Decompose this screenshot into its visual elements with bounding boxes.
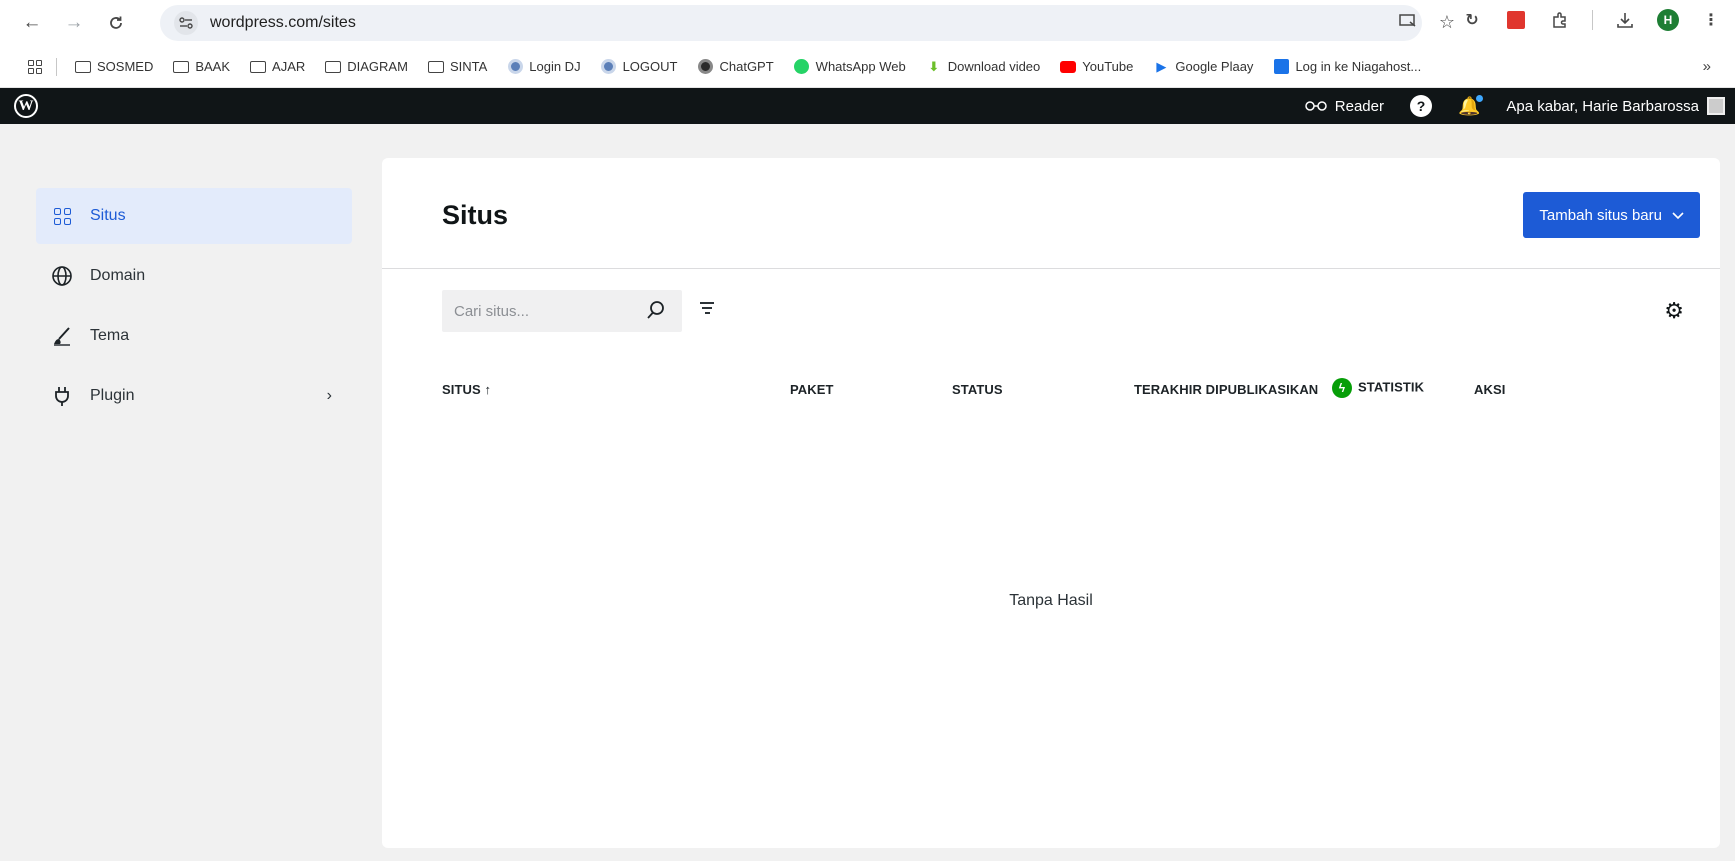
- empty-state-message: Tanpa Hasil: [1009, 592, 1093, 609]
- column-header-plan: PAKET: [790, 382, 834, 397]
- search-icon[interactable]: [646, 300, 666, 325]
- browser-toolbar: ← → wordpress.com/sites ☆ ↻ H ⋮: [0, 0, 1735, 46]
- downloads-icon[interactable]: [1613, 8, 1637, 32]
- niagahoster-icon: [1273, 59, 1289, 74]
- bookmark-diagram[interactable]: DIAGRAM: [325, 59, 408, 74]
- bookmark-download-video[interactable]: ⬇ Download video: [926, 58, 1040, 75]
- settings-gear-icon[interactable]: ⚙: [1664, 298, 1684, 324]
- account-menu[interactable]: Apa kabar, Harie Barbarossa: [1506, 97, 1725, 115]
- help-icon[interactable]: ?: [1409, 95, 1432, 117]
- sidebar-item-plugin[interactable]: Plugin ›: [36, 368, 352, 424]
- address-bar[interactable]: wordpress.com/sites: [160, 5, 1422, 41]
- filter-icon[interactable]: [700, 302, 714, 314]
- notifications-bell-icon[interactable]: 🔔: [1458, 94, 1484, 117]
- extensions-puzzle-icon[interactable]: [1548, 8, 1572, 32]
- folder-icon: [250, 60, 267, 74]
- bookmark-sinta[interactable]: SINTA: [427, 59, 487, 74]
- folder-icon: [173, 60, 190, 74]
- youtube-icon: [1060, 60, 1077, 74]
- chevron-right-icon: ›: [326, 387, 332, 404]
- bookmarks-separator: [56, 57, 57, 76]
- bookmark-login-dj[interactable]: Login DJ: [507, 59, 581, 74]
- site-search: [442, 290, 682, 332]
- download-icon: ⬇: [928, 58, 940, 74]
- folder-icon: [427, 60, 444, 74]
- jetpack-bolt-icon: ϟ: [1332, 378, 1352, 398]
- column-header-last-published[interactable]: TERAKHIR DIPUBLIKASIKAN: [1134, 382, 1318, 397]
- column-header-stats: ϟ STATISTIK: [1332, 378, 1424, 398]
- bookmark-star-icon[interactable]: ☆: [1439, 13, 1455, 35]
- glasses-icon: [1305, 98, 1327, 115]
- grid-icon: [50, 204, 74, 228]
- column-header-status: STATUS: [952, 382, 1003, 397]
- reload-icon[interactable]: [100, 7, 132, 39]
- wp-masterbar: W Reader ? 🔔 Apa kabar, Harie Barbarossa: [0, 88, 1735, 124]
- bookmark-ajar[interactable]: AJAR: [250, 59, 305, 74]
- sidebar-nav: Situs Domain Tema Plugin ›: [36, 188, 352, 428]
- back-icon[interactable]: ←: [16, 7, 48, 39]
- sidebar-item-domain[interactable]: Domain: [36, 248, 352, 304]
- search-input[interactable]: [454, 302, 634, 320]
- column-header-actions: AKSI: [1474, 382, 1506, 397]
- bookmarks-bar: SOSMED BAAK AJAR DIAGRAM SINTA Login DJ …: [0, 46, 1735, 88]
- sidebar-item-situs[interactable]: Situs: [36, 188, 352, 244]
- bookmark-niagahoster[interactable]: Log in ke Niagahost...: [1273, 59, 1421, 74]
- wordpress-logo-icon[interactable]: W: [14, 94, 38, 118]
- sync-extension-icon[interactable]: ↻: [1460, 8, 1484, 32]
- red-extension-icon[interactable]: [1504, 8, 1528, 32]
- bookmark-baak[interactable]: BAAK: [173, 59, 230, 74]
- apps-grid-icon[interactable]: [28, 59, 42, 74]
- globe-icon: [601, 59, 617, 74]
- more-bookmarks-icon[interactable]: »: [1703, 58, 1711, 75]
- user-avatar: [1707, 97, 1725, 115]
- whatsapp-icon: [794, 59, 810, 74]
- globe-icon: [50, 264, 74, 288]
- bookmark-youtube[interactable]: YouTube: [1060, 59, 1133, 74]
- plug-icon: [50, 384, 74, 408]
- folder-icon: [75, 60, 91, 74]
- sites-panel: Situs Tambah situs baru ⚙ SITUS ↑ PAKET …: [382, 158, 1720, 848]
- header-divider: [382, 268, 1720, 269]
- bookmark-google-play[interactable]: ▶ Google Plaay: [1153, 58, 1253, 75]
- column-header-site[interactable]: SITUS ↑: [442, 382, 491, 397]
- chevron-down-icon: [1672, 207, 1684, 224]
- site-settings-icon[interactable]: [174, 11, 198, 35]
- folder-icon: [325, 60, 342, 74]
- forward-icon[interactable]: →: [58, 7, 90, 39]
- reader-link[interactable]: Reader: [1305, 98, 1384, 115]
- bookmark-chatgpt[interactable]: ChatGPT: [697, 59, 774, 74]
- add-new-site-button[interactable]: Tambah situs baru: [1523, 192, 1700, 238]
- chrome-menu-icon[interactable]: ⋮: [1699, 8, 1723, 32]
- bookmark-logout[interactable]: LOGOUT: [601, 59, 677, 74]
- chatgpt-icon: [697, 59, 713, 74]
- bookmark-whatsapp[interactable]: WhatsApp Web: [794, 59, 906, 74]
- profile-avatar[interactable]: H: [1657, 9, 1679, 31]
- page-title: Situs: [442, 200, 509, 230]
- brush-icon: [50, 324, 74, 348]
- install-app-icon[interactable]: [1399, 14, 1417, 35]
- globe-icon: [507, 59, 523, 74]
- sidebar-item-tema[interactable]: Tema: [36, 308, 352, 364]
- bookmark-sosmed[interactable]: SOSMED: [75, 59, 153, 74]
- url-text: wordpress.com/sites: [210, 14, 356, 31]
- toolbar-separator: [1592, 10, 1593, 30]
- play-icon: ▶: [1156, 58, 1167, 74]
